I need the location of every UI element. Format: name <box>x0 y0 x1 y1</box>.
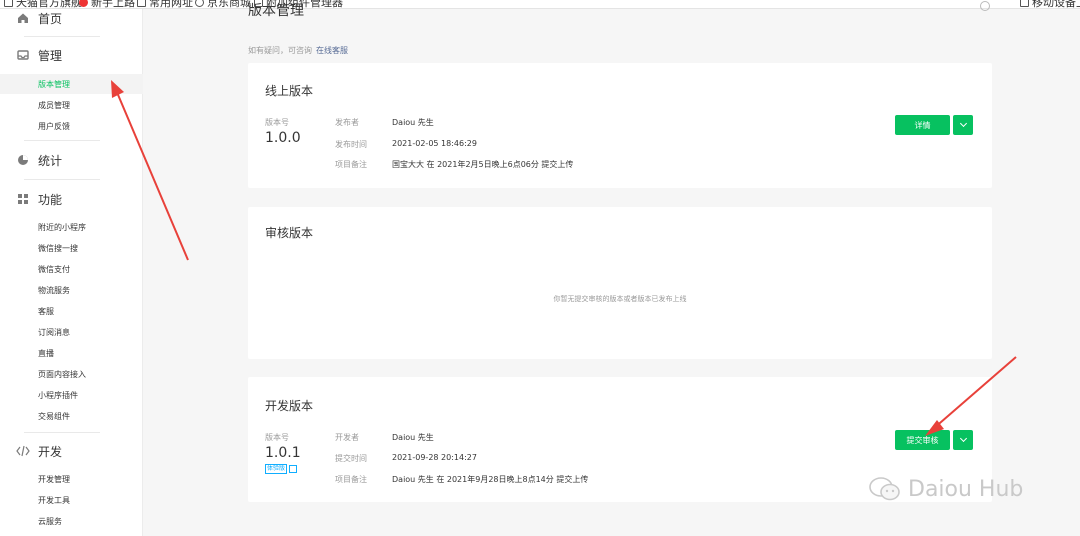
version-label: 版本号 <box>265 433 289 442</box>
bookmark-mobile[interactable]: 移动设备上的 <box>1020 0 1080 8</box>
details-button[interactable]: 详情 <box>895 115 950 135</box>
publish-time-label: 发布时间 <box>335 140 367 149</box>
page-icon <box>4 0 13 7</box>
card-title: 审核版本 <box>265 226 314 240</box>
sidebar-group-features[interactable]: 功能 <box>0 188 143 210</box>
sidebar-item-trade[interactable]: 交易组件 <box>0 406 143 426</box>
folder-icon <box>1020 0 1029 7</box>
sidebar-item-members[interactable]: 成员管理 <box>0 95 143 115</box>
submit-review-button[interactable]: 提交审核 <box>895 430 950 450</box>
hint-text: 如有疑问，可咨询 在线客服 <box>248 46 348 55</box>
watermark: Daiou Hub <box>868 476 1023 502</box>
bookmark-common[interactable]: 常用网址 <box>137 0 193 8</box>
firefox-icon <box>79 0 88 7</box>
submit-time-label: 提交时间 <box>335 454 367 463</box>
sidebar-item-subscribe[interactable]: 订阅消息 <box>0 322 143 342</box>
note-label: 项目备注 <box>335 160 367 169</box>
sidebar-item-feedback[interactable]: 用户反馈 <box>0 116 143 136</box>
main-content: 版本管理 如有疑问，可咨询 在线客服 线上版本 版本号 1.0.0 发布者 Dai… <box>143 1 1080 536</box>
version-label: 版本号 <box>265 118 289 127</box>
version-number: 1.0.1 <box>265 445 301 461</box>
empty-state-text: 你暂无提交审核的版本或者版本已发布上线 <box>553 295 687 303</box>
code-icon <box>16 444 30 458</box>
page-title: 版本管理 <box>248 3 304 19</box>
publisher-value: Daiou 先生 <box>392 118 434 127</box>
globe-icon <box>195 0 204 7</box>
card-title: 开发版本 <box>265 399 314 413</box>
watermark-text: Daiou Hub <box>908 476 1024 502</box>
sidebar-item-cloud[interactable]: 云服务 <box>0 511 143 531</box>
bookmark-bar: 天猫官方旗舰 新手上路 常用网址 京东商城 附加组件管理器 移动设备上的 <box>0 0 1080 9</box>
sidebar-item-dev-tools[interactable]: 开发工具 <box>0 490 143 510</box>
bookmark-jd[interactable]: 京东商城 <box>195 0 251 8</box>
sidebar-item-live[interactable]: 直播 <box>0 343 143 363</box>
sidebar-item-dev-manage[interactable]: 开发管理 <box>0 469 143 489</box>
developer-label: 开发者 <box>335 433 359 442</box>
sidebar-group-stats[interactable]: 统计 <box>0 149 143 171</box>
help-icon[interactable] <box>980 1 990 11</box>
submit-time-value: 2021-09-28 20:14:27 <box>392 453 477 462</box>
divider <box>24 432 100 433</box>
sidebar-item-pay[interactable]: 微信支付 <box>0 259 143 279</box>
divider <box>24 179 100 180</box>
online-version-card: 线上版本 版本号 1.0.0 发布者 Daiou 先生 发布时间 2021-02… <box>248 63 992 188</box>
trial-tag: 体验版 <box>265 464 288 474</box>
sidebar-item-service[interactable]: 客服 <box>0 301 143 321</box>
online-service-link[interactable]: 在线客服 <box>316 46 348 55</box>
note-value: Daiou 先生 在 2021年9月28日晚上8点14分 提交上传 <box>392 475 589 484</box>
sidebar-group-manage[interactable]: 管理 <box>0 44 143 66</box>
developer-value: Daiou 先生 <box>392 433 434 442</box>
divider <box>24 140 100 141</box>
sidebar-home[interactable]: 首页 <box>0 7 143 29</box>
note-label: 项目备注 <box>335 475 367 484</box>
chevron-down-icon <box>959 434 967 443</box>
home-icon <box>16 11 30 25</box>
dev-more-dropdown[interactable] <box>953 430 973 450</box>
publisher-label: 发布者 <box>335 118 359 127</box>
trial-badge[interactable]: 体验版 <box>265 464 298 474</box>
qrcode-icon <box>289 465 298 473</box>
sidebar-group-develop[interactable]: 开发 <box>0 440 143 462</box>
inbox-icon <box>16 48 30 62</box>
pie-chart-icon <box>16 153 30 167</box>
sidebar-item-logistics[interactable]: 物流服务 <box>0 280 143 300</box>
wechat-logo-icon <box>868 476 902 502</box>
sidebar-item-content[interactable]: 页面内容接入 <box>0 364 143 384</box>
folder-icon <box>137 0 146 7</box>
publish-time-value: 2021-02-05 18:46:29 <box>392 139 477 148</box>
chevron-down-icon <box>959 119 967 128</box>
card-title: 线上版本 <box>265 84 314 98</box>
online-more-dropdown[interactable] <box>953 115 973 135</box>
sidebar: 首页 管理 版本管理 成员管理 用户反馈 统计 功能 附近的小程序 微信搜一搜 … <box>0 9 143 536</box>
sidebar-item-plugin[interactable]: 小程序插件 <box>0 385 143 405</box>
divider <box>24 36 100 37</box>
sidebar-item-search[interactable]: 微信搜一搜 <box>0 238 143 258</box>
version-number: 1.0.0 <box>265 130 301 146</box>
sidebar-item-version-manage[interactable]: 版本管理 <box>0 74 143 94</box>
grid-icon <box>16 192 30 206</box>
review-version-card: 审核版本 你暂无提交审核的版本或者版本已发布上线 <box>248 207 992 359</box>
note-value: 国宝大大 在 2021年2月5日晚上6点06分 提交上传 <box>392 160 574 169</box>
sidebar-item-nearby[interactable]: 附近的小程序 <box>0 217 143 237</box>
